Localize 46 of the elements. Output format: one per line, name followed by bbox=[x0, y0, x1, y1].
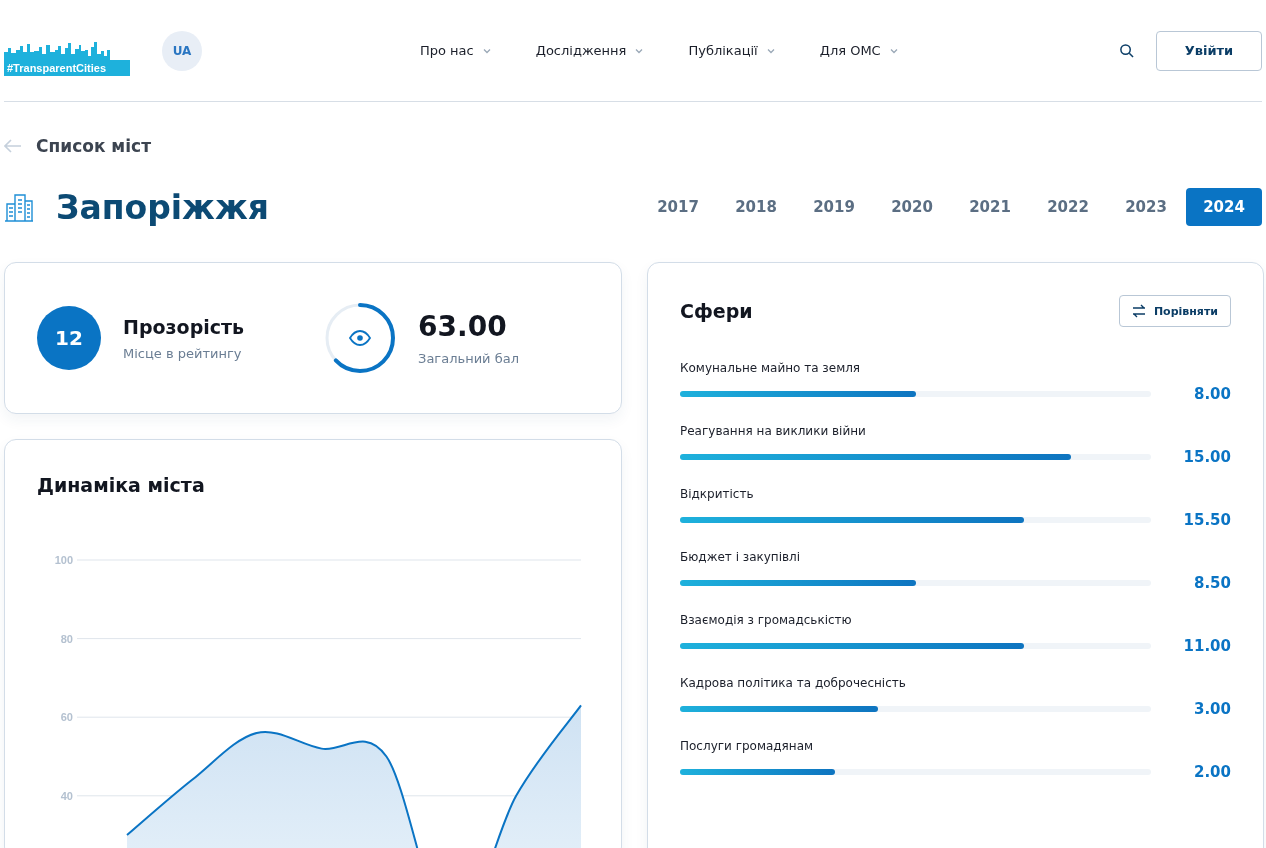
year-tab[interactable]: 2019 bbox=[796, 188, 872, 226]
back-link[interactable]: Список міст bbox=[4, 136, 1262, 156]
index-title: Прозорість bbox=[123, 315, 245, 338]
sphere-label: Послуги громадянам bbox=[680, 739, 814, 753]
sphere-score: 15.00 bbox=[1182, 448, 1231, 466]
year-tab[interactable]: 2020 bbox=[874, 188, 950, 226]
axis-tick-label: 40 bbox=[60, 789, 73, 802]
nav-menu-item[interactable]: Публікації bbox=[688, 43, 776, 58]
sphere-label: Відкритість bbox=[680, 487, 754, 501]
sphere-score: 15.50 bbox=[1182, 511, 1231, 529]
sphere-score: 11.00 bbox=[1182, 637, 1231, 655]
year-tab[interactable]: 2018 bbox=[718, 188, 794, 226]
year-tab[interactable]: 2017 bbox=[640, 188, 716, 226]
total-score: 63.00 bbox=[418, 310, 508, 343]
sphere-score: 3.00 bbox=[1193, 700, 1231, 718]
axis-tick-label: 100 bbox=[54, 554, 73, 566]
year-tab[interactable]: 2022 bbox=[1030, 188, 1106, 226]
year-tab[interactable]: 2023 bbox=[1108, 188, 1184, 226]
nav-menu-item[interactable]: Дослідження bbox=[535, 43, 645, 58]
language-button[interactable]: UA bbox=[162, 30, 202, 71]
city-title: Запоріжжя bbox=[56, 187, 269, 227]
login-button[interactable]: Увійти bbox=[1156, 30, 1262, 71]
rank-badge: 12 bbox=[37, 306, 101, 370]
year-tab[interactable]: 2024 bbox=[1186, 188, 1262, 226]
arrow-left-icon bbox=[4, 139, 22, 153]
score-label: Загальний бал bbox=[418, 351, 519, 366]
nav-menu-item[interactable]: Про нас bbox=[420, 43, 492, 58]
sphere-score: 8.00 bbox=[1193, 385, 1231, 403]
sphere-score: 2.00 bbox=[1193, 763, 1231, 781]
sphere-score: 8.50 bbox=[1193, 574, 1231, 592]
search-icon[interactable] bbox=[1119, 43, 1134, 58]
sphere-label: Бюджет і закупівлі bbox=[680, 550, 801, 564]
year-tab[interactable]: 2021 bbox=[952, 188, 1028, 226]
sphere-label: Взаємодія з громадськістю bbox=[680, 613, 852, 627]
buildings-icon bbox=[4, 192, 34, 222]
compare-button[interactable]: Порівняти bbox=[1118, 295, 1231, 327]
nav-menu-item[interactable]: Для ОМС bbox=[819, 43, 899, 58]
swap-arrows-icon bbox=[1131, 304, 1146, 318]
spheres-title: Сфери bbox=[680, 300, 753, 322]
chart-title: Динаміка міста bbox=[37, 474, 206, 496]
sphere-label: Комунальне майно та земля bbox=[680, 361, 861, 375]
rank-label: Місце в рейтингу bbox=[123, 345, 243, 361]
axis-tick-label: 60 bbox=[60, 711, 73, 724]
axis-tick-label: 80 bbox=[60, 632, 73, 645]
sphere-label: Реагування на виклики війни bbox=[680, 424, 866, 438]
sphere-label: Кадрова політика та доброчесність bbox=[680, 676, 906, 690]
